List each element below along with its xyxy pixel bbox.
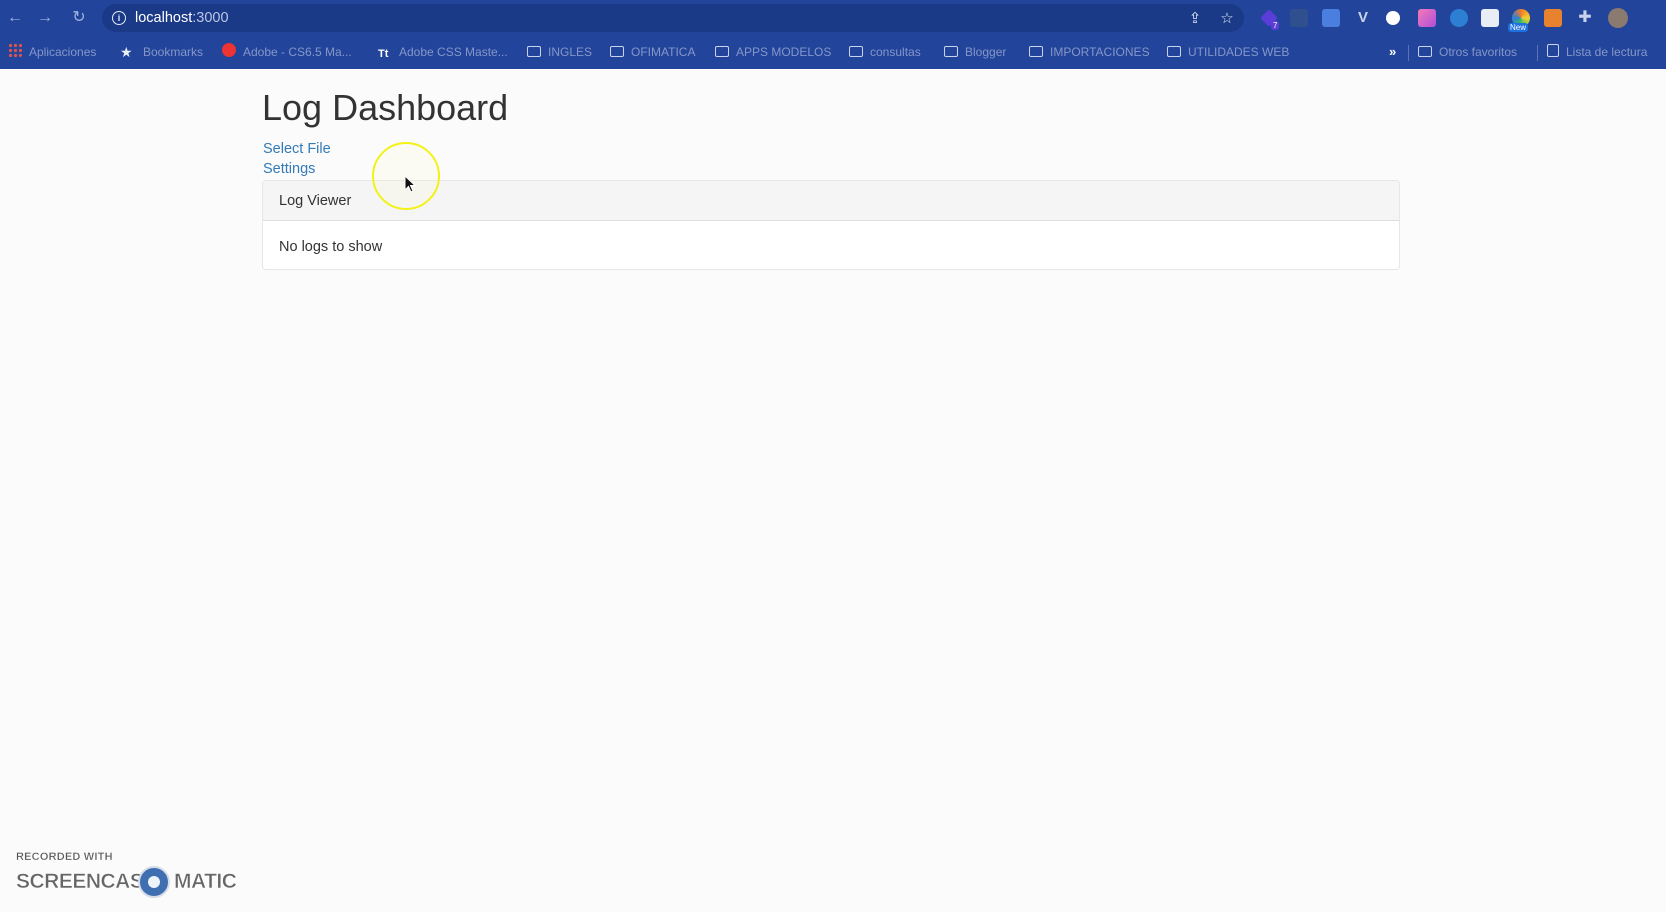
page-title: Log Dashboard [262,87,509,128]
gem-badge: 7 [1271,21,1280,30]
bookmark-label: consultas [870,45,921,59]
bookmark-label: Otros favoritos [1439,45,1518,59]
folder-icon [1418,46,1432,57]
forward-icon[interactable]: → [34,8,56,28]
folder-icon [1029,46,1043,57]
site-info-icon[interactable]: i [112,11,126,25]
bookmark-label: Bookmarks [143,45,204,59]
url-text[interactable]: localhost:3000 [135,9,229,27]
bookmark-label: Adobe CSS Maste... [399,45,508,59]
bookmark-adobe-cs6[interactable]: Adobe - CS6.5 Ma... [222,43,352,61]
reload-icon[interactable]: ↻ [68,8,90,28]
bookmarks-overflow-chevron[interactable]: » [1389,44,1396,59]
note-icon[interactable] [1481,9,1499,27]
reading-list[interactable]: Lista de lectura [1547,43,1647,61]
bookmark-ingles[interactable]: INGLES [527,43,592,61]
bookmark-consultas[interactable]: consultas [849,43,921,61]
bookmark-label: Aplicaciones [29,45,97,59]
watermark-brand-left: SCREENCAST [16,870,157,894]
bookmark-utilidades-web[interactable]: UTILIDADES WEB [1167,43,1289,61]
adobe-icon [222,43,236,57]
watermark-caption: RECORDED WITH [16,851,113,863]
star-icon: ★ [120,44,133,60]
reading-list-label: Lista de lectura [1566,45,1648,59]
screencast-logo-icon [138,866,170,898]
folder-icon [715,46,729,57]
new-badge: New [1508,23,1529,32]
bookmark-adobe-css[interactable]: Tt Adobe CSS Maste... [378,43,508,61]
search-ext-icon[interactable] [1450,9,1468,27]
bookmark-bookmarks[interactable]: ★ Bookmarks [120,43,203,61]
face-icon[interactable] [1386,11,1400,25]
bookmark-apps-modelos[interactable]: APPS MODELOS [715,43,831,61]
fox-icon[interactable] [1544,9,1562,27]
bookmark-importaciones[interactable]: IMPORTACIONES [1029,43,1150,61]
bookmark-blogger[interactable]: Blogger [944,43,1006,61]
bookmark-ofimatica[interactable]: OFIMATICA [610,43,695,61]
bookmark-label: IMPORTACIONES [1050,45,1150,59]
bookmark-label: APPS MODELOS [736,45,832,59]
watermark-brand-right: MATIC [174,870,237,894]
panel-title: Log Viewer [279,193,352,209]
folder-icon [1167,46,1181,57]
avatar[interactable] [1608,8,1628,28]
bookmarks-bar: Aplicaciones ★ Bookmarks Adobe - CS6.5 Ma… [0,36,1666,69]
mouse-pointer-icon [404,175,416,193]
select-file-link[interactable]: Select File [263,140,331,158]
address-bar[interactable]: i localhost:3000 ⇪ ☆ [102,4,1244,32]
folder-icon [944,46,958,57]
translate-icon[interactable] [1322,9,1340,27]
bookmarks-divider [1537,45,1538,61]
apps-icon [8,43,22,57]
bookmark-star-icon[interactable]: ☆ [1218,10,1236,28]
recycle-icon[interactable] [1290,9,1308,27]
url-port: :3000 [192,10,229,26]
url-host: localhost [135,10,193,26]
puzzle-icon[interactable]: ✚ [1576,9,1594,27]
settings-link[interactable]: Settings [263,160,315,178]
reading-list-icon [1547,44,1559,57]
bookmark-label: OFIMATICA [631,45,696,59]
bookmarks-divider [1408,45,1409,61]
v-icon[interactable]: V [1354,9,1372,27]
bookmark-apps[interactable]: Aplicaciones [8,43,96,61]
browser-toolbar: ← → ↻ i localhost:3000 ⇪ ☆ 7 V New ✚ [0,0,1666,36]
bookmark-other-favorites[interactable]: Otros favoritos [1418,43,1517,61]
gradient-icon[interactable] [1418,9,1436,27]
bookmark-label: Adobe - CS6.5 Ma... [243,45,352,59]
back-icon[interactable]: ← [4,8,26,28]
text-icon: Tt [378,48,389,60]
folder-icon [610,46,624,57]
empty-logs-message: No logs to show [279,239,383,255]
folder-icon [527,46,541,57]
bookmark-label: Blogger [965,45,1007,59]
bookmark-label: UTILIDADES WEB [1188,45,1290,59]
share-icon[interactable]: ⇪ [1186,10,1204,28]
folder-icon [849,46,863,57]
bookmark-label: INGLES [548,45,593,59]
